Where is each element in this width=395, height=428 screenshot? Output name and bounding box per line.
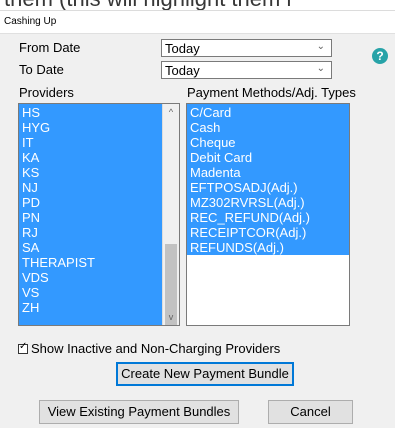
providers-scrollbar[interactable]: ^ v bbox=[162, 104, 179, 325]
chevron-down-icon: ⌄ bbox=[316, 63, 325, 74]
checkbox-icon[interactable]: ✓ bbox=[18, 341, 28, 354]
show-inactive-label: Show Inactive and Non-Charging Providers bbox=[31, 341, 281, 356]
provider-item[interactable]: VDS bbox=[19, 270, 179, 285]
providers-label: Providers bbox=[19, 85, 74, 100]
provider-item[interactable]: SA bbox=[19, 240, 179, 255]
to-date-value: Today bbox=[165, 63, 200, 78]
to-date-label: To Date bbox=[19, 62, 64, 77]
check-icon: ✓ bbox=[19, 341, 28, 352]
chevron-up-icon[interactable]: ^ bbox=[163, 104, 179, 120]
payment-methods-label: Payment Methods/Adj. Types bbox=[187, 85, 356, 100]
provider-item[interactable]: HYG bbox=[19, 120, 179, 135]
cashing-up-dialog: Cashing Up From Date Today ⌄ To Date Tod… bbox=[0, 10, 395, 428]
from-date-dropdown[interactable]: Today ⌄ bbox=[161, 39, 332, 57]
payment-method-item[interactable]: Cheque bbox=[187, 135, 349, 150]
payment-method-item[interactable]: EFTPOSADJ(Adj.) bbox=[187, 180, 349, 195]
help-icon[interactable]: ? bbox=[372, 48, 388, 64]
provider-item[interactable]: IT bbox=[19, 135, 179, 150]
provider-item[interactable]: PD bbox=[19, 195, 179, 210]
providers-list[interactable]: HS HYG IT KA KS NJ PD PN RJ SA THERAPIST… bbox=[18, 103, 180, 326]
provider-item[interactable]: ZH bbox=[19, 300, 179, 315]
provider-item[interactable]: KS bbox=[19, 165, 179, 180]
payment-method-item[interactable]: RECEIPTCOR(Adj.) bbox=[187, 225, 349, 240]
payment-method-item[interactable]: REFUNDS(Adj.) bbox=[187, 240, 349, 255]
cancel-button[interactable]: Cancel bbox=[268, 400, 353, 424]
provider-item[interactable]: VS bbox=[19, 285, 179, 300]
payment-method-item[interactable]: MZ302RVRSL(Adj.) bbox=[187, 195, 349, 210]
provider-item[interactable]: NJ bbox=[19, 180, 179, 195]
provider-item[interactable]: HS bbox=[19, 105, 179, 120]
payment-method-item[interactable]: Cash bbox=[187, 120, 349, 135]
provider-item[interactable]: RJ bbox=[19, 225, 179, 240]
create-payment-bundle-button[interactable]: Create New Payment Bundle bbox=[116, 362, 294, 386]
from-date-label: From Date bbox=[19, 40, 81, 55]
payment-method-item[interactable]: Madenta bbox=[187, 165, 349, 180]
title-bar: Cashing Up bbox=[0, 11, 395, 34]
chevron-down-icon: ⌄ bbox=[316, 41, 325, 52]
payment-method-item[interactable]: Debit Card bbox=[187, 150, 349, 165]
to-date-dropdown[interactable]: Today ⌄ bbox=[161, 61, 332, 79]
window-title: Cashing Up bbox=[4, 16, 57, 27]
list-empty-area bbox=[187, 255, 349, 325]
provider-item[interactable]: THERAPIST bbox=[19, 255, 179, 270]
show-inactive-checkbox[interactable]: ✓ Show Inactive and Non-Charging Provider… bbox=[18, 341, 280, 356]
provider-item[interactable]: KA bbox=[19, 150, 179, 165]
provider-item[interactable]: PN bbox=[19, 210, 179, 225]
chevron-down-icon[interactable]: v bbox=[163, 309, 179, 325]
view-payment-bundles-button[interactable]: View Existing Payment Bundles bbox=[39, 400, 239, 424]
payment-method-item[interactable]: C/Card bbox=[187, 105, 349, 120]
from-date-value: Today bbox=[165, 41, 200, 56]
payment-methods-list[interactable]: C/Card Cash Cheque Debit Card Madenta EF… bbox=[186, 103, 350, 326]
payment-method-item[interactable]: REC_REFUND(Adj.) bbox=[187, 210, 349, 225]
